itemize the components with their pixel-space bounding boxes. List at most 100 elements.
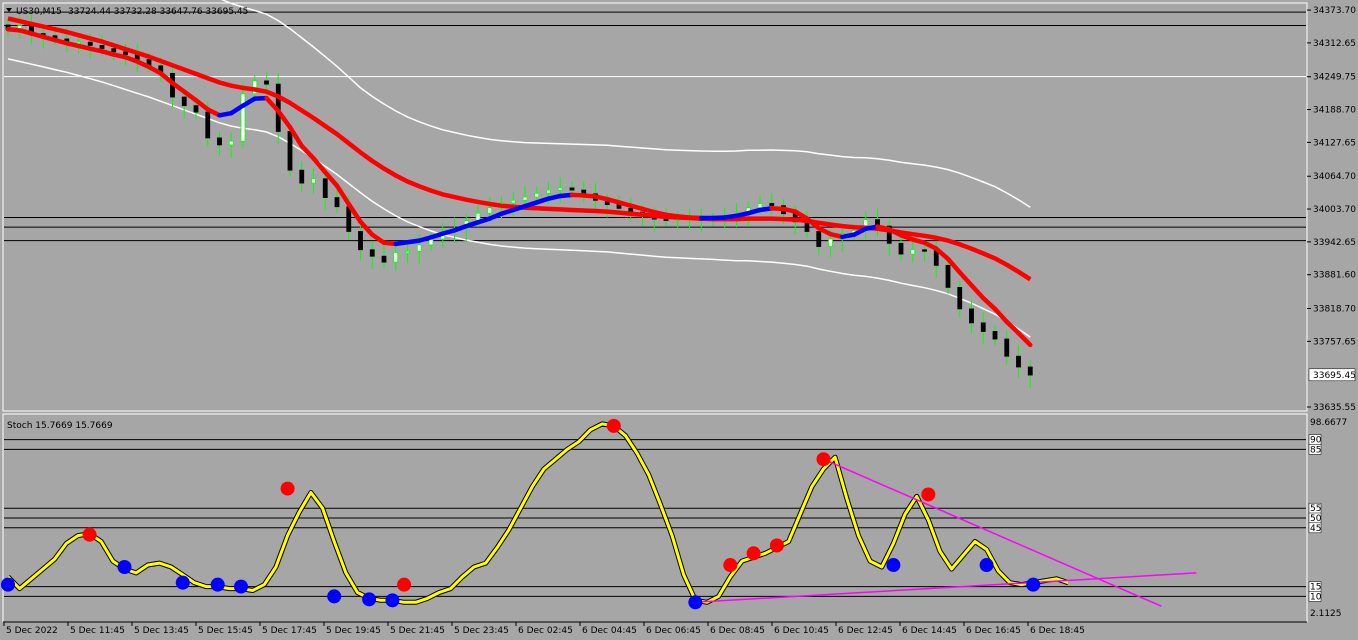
stoch-trough-marker — [886, 558, 901, 573]
candle-body — [240, 93, 246, 142]
price-tick-label: 34127.65 — [1313, 138, 1356, 148]
stoch-peak-marker — [82, 527, 97, 542]
candle-body — [393, 252, 399, 263]
price-tick-label: 33942.65 — [1313, 238, 1356, 248]
candle-body — [381, 255, 387, 263]
time-tick-label: 6 Dec 06:45 — [646, 626, 701, 636]
candle-body — [299, 169, 305, 184]
price-tick-label: 34064.70 — [1313, 172, 1356, 182]
stoch-markers — [1, 418, 1041, 610]
candle-body — [569, 187, 575, 191]
candle-body — [922, 249, 927, 252]
candle-body — [980, 322, 986, 332]
candle-body — [957, 286, 963, 310]
price-tick-label: 33635.55 — [1313, 403, 1356, 413]
candle-body — [217, 137, 222, 146]
stoch-trendlines — [695, 458, 1197, 607]
stoch-trough-marker — [327, 589, 342, 604]
candle-body — [1027, 366, 1033, 376]
candle-body — [487, 207, 493, 214]
stoch-tick-label: 15 — [1310, 583, 1321, 593]
envelope-upper-line — [220, 0, 1031, 208]
ohlc-readout: 33724.44 33732.28 33647.76 33695.45 — [68, 7, 248, 17]
time-tick-label: 5 Dec 21:45 — [390, 626, 445, 636]
stoch-trough-marker — [175, 575, 190, 590]
candle-body — [992, 331, 998, 340]
stoch-peak-marker — [769, 538, 784, 553]
candle-body — [346, 206, 352, 232]
candle-body — [534, 192, 540, 198]
time-tick-label: 6 Dec 14:45 — [902, 626, 957, 636]
stoch-line-shadow — [6, 421, 1069, 605]
ma-fast-segment — [981, 295, 998, 312]
time-tick-label: 5 Dec 23:45 — [454, 626, 509, 636]
stoch-tick-label: 85 — [1310, 445, 1321, 455]
price-tick-label: 33818.70 — [1313, 305, 1356, 315]
price-tick-label: 33881.60 — [1313, 271, 1356, 281]
time-tick-label: 5 Dec 2022 — [6, 626, 58, 636]
candle-body — [181, 96, 187, 107]
candle-body — [945, 264, 951, 288]
candle-body — [416, 244, 422, 252]
candle-body — [510, 199, 516, 204]
ma-fast-segment — [1016, 330, 1033, 348]
price-tick-label: 34188.70 — [1313, 106, 1356, 116]
candle-body — [816, 231, 822, 247]
stoch-peak-marker — [280, 481, 295, 496]
stoch-tick-label: 2.1125 — [1310, 609, 1342, 619]
candle-body — [969, 308, 974, 324]
envelope-bands — [7, 0, 1031, 338]
chart-stage[interactable]: 34373.70 34312.65 34249.75 34188.70 34127.65… — [0, 0, 1358, 640]
time-tick-label: 5 Dec 13:45 — [134, 626, 189, 636]
stoch-title: Stoch 15.7669 15.7669 — [7, 421, 113, 431]
candle-body — [933, 250, 939, 266]
stoch-tick-label: 10 — [1310, 592, 1322, 602]
price-tick-label: 34249.75 — [1313, 73, 1356, 83]
stoch-trough-marker — [1026, 577, 1041, 592]
time-tick-label: 5 Dec 17:45 — [262, 626, 317, 636]
symbol-label: US30,M15 — [16, 7, 62, 17]
candle-body — [99, 45, 105, 50]
time-tick-label: 6 Dec 18:45 — [1030, 626, 1085, 636]
stoch-trough-marker — [362, 592, 377, 607]
candle-body — [522, 196, 528, 201]
candle-body — [87, 41, 93, 46]
candle-body — [111, 48, 117, 53]
time-tick-label: 6 Dec 08:45 — [710, 626, 765, 636]
candle-body — [334, 197, 340, 208]
stoch-peak-marker — [723, 558, 738, 573]
stoch-peak-marker — [746, 546, 761, 561]
candle-body — [557, 187, 563, 191]
time-tick-label: 5 Dec 11:45 — [70, 626, 125, 636]
stoch-trough-marker — [210, 577, 225, 592]
price-panel-frame — [2, 2, 1308, 412]
candle-body — [546, 189, 551, 194]
time-tick-label: 6 Dec 10:45 — [774, 626, 829, 636]
price-tick-label: 33757.65 — [1313, 337, 1356, 347]
price-axis: 34373.70 34312.65 34249.75 34188.70 34127.65… — [1307, 6, 1356, 413]
candle-body — [205, 111, 211, 139]
stoch-line — [6, 421, 1069, 605]
stoch-axis: 98.6677 9085 555045 1510 2.1125 — [1308, 418, 1347, 619]
candle-body — [757, 203, 763, 209]
candle-body — [1004, 338, 1010, 357]
envelope-lower-line — [7, 58, 1031, 338]
stoch-peak-marker — [921, 487, 936, 502]
candle-body — [322, 178, 328, 198]
dropdown-triangle-icon[interactable] — [6, 8, 12, 12]
candle-body — [828, 238, 833, 247]
stoch-tick-label: 45 — [1310, 524, 1321, 534]
time-tick-label: 5 Dec 15:45 — [198, 626, 253, 636]
price-tick-label: 34373.70 — [1313, 6, 1356, 16]
candle-body — [123, 51, 128, 55]
current-price-label: 33695.45 — [1313, 371, 1356, 381]
ma-fast-segment — [957, 270, 974, 288]
stoch-levels — [4, 439, 1306, 597]
stoch-trough-marker — [688, 595, 703, 610]
candle-body — [228, 140, 234, 146]
price-horizontal-levels — [4, 11, 1306, 242]
stoch-trendline — [695, 572, 1197, 604]
stoch-main-line — [6, 422, 1069, 604]
price-tick-label: 34312.65 — [1313, 39, 1356, 49]
candle-body — [287, 131, 293, 171]
